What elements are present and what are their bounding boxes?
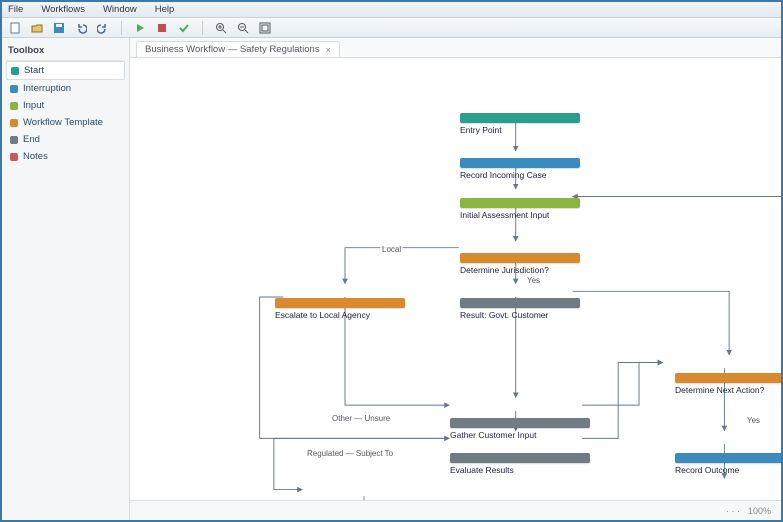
node-label: Gather Customer Input <box>450 430 590 440</box>
workflow-node[interactable]: Entry Point <box>460 113 580 135</box>
workflow-node[interactable]: Determine Jurisdiction? <box>460 253 580 275</box>
status-zoom: 100% <box>748 506 771 516</box>
node-header-bar <box>460 198 580 208</box>
statusbar: · · · 100% <box>130 500 781 520</box>
node-header-bar <box>460 298 580 308</box>
node-label: Record Outcome <box>675 465 781 475</box>
node-label: Initial Assessment Input <box>460 210 580 220</box>
node-label: Evaluate Results <box>450 465 590 475</box>
workflow-node[interactable]: Record Outcome <box>675 453 781 475</box>
workflow-node[interactable]: Gather Customer Input <box>450 418 590 440</box>
menu-window[interactable]: Window <box>103 4 137 15</box>
sidebar-item-workflow-template[interactable]: Workflow Template <box>6 114 125 131</box>
node-header-bar <box>275 298 405 308</box>
zoom-out-icon[interactable] <box>235 20 251 36</box>
palette-swatch-icon <box>10 136 18 144</box>
toolbar-separator <box>121 21 122 35</box>
palette-swatch-icon <box>11 67 19 75</box>
edge-label: Yes <box>745 416 762 425</box>
edge-label: Regulated — Subject To <box>305 449 395 458</box>
sidebar-item-interruption[interactable]: Interruption <box>6 80 125 97</box>
menu-help[interactable]: Help <box>155 4 175 15</box>
validate-icon[interactable] <box>176 20 192 36</box>
node-header-bar <box>450 418 590 428</box>
node-label: Determine Next Action? <box>675 385 781 395</box>
sidebar-item-start[interactable]: Start <box>6 61 125 80</box>
close-icon[interactable]: × <box>326 45 331 55</box>
canvas-area: Business Workflow — Safety Regulations × <box>130 38 781 520</box>
menu-file[interactable]: File <box>8 4 23 15</box>
save-icon[interactable] <box>51 20 67 36</box>
sidebar-item-label: Workflow Template <box>23 117 103 128</box>
palette-swatch-icon <box>10 102 18 110</box>
application-window: File Workflows Window Help Toolbox Start… <box>0 0 783 522</box>
workflow-node[interactable]: Evaluate Results <box>450 453 590 475</box>
node-label: Determine Jurisdiction? <box>460 265 580 275</box>
redo-icon[interactable] <box>95 20 111 36</box>
workflow-node[interactable]: Initial Assessment Input <box>460 198 580 220</box>
zoom-in-icon[interactable] <box>213 20 229 36</box>
sidebar-item-input[interactable]: Input <box>6 97 125 114</box>
tab-workflow[interactable]: Business Workflow — Safety Regulations × <box>136 41 340 57</box>
fit-icon[interactable] <box>257 20 273 36</box>
node-label: Record Incoming Case <box>460 170 580 180</box>
node-header-bar <box>460 253 580 263</box>
palette-swatch-icon <box>10 153 18 161</box>
sidebar-item-label: Start <box>24 65 44 76</box>
sidebar-item-label: Interruption <box>23 83 71 94</box>
workflow-canvas[interactable]: Local Yes No Yes Other — Unsure Regulate… <box>130 58 781 500</box>
status-pos: · · · <box>726 506 740 516</box>
menubar: File Workflows Window Help <box>2 2 781 18</box>
edge-label: Other — Unsure <box>330 414 392 423</box>
node-label: Entry Point <box>460 125 580 135</box>
sidebar-item-end[interactable]: End <box>6 131 125 148</box>
sidebar-item-label: End <box>23 134 40 145</box>
edge-label: Local <box>380 245 403 254</box>
menu-workflows[interactable]: Workflows <box>41 4 85 15</box>
stop-icon[interactable] <box>154 20 170 36</box>
sidebar-item-label: Input <box>23 100 44 111</box>
node-label: Result: Govt. Customer <box>460 310 580 320</box>
workflow-node[interactable]: Record Incoming Case <box>460 158 580 180</box>
workflow-node[interactable]: Escalate to Local Agency <box>275 298 405 320</box>
workflow-node[interactable]: Determine Next Action? <box>675 373 781 395</box>
tabstrip: Business Workflow — Safety Regulations × <box>130 38 781 58</box>
workflow-node[interactable]: Result: Govt. Customer <box>460 298 580 320</box>
workspace: Toolbox Start Interruption Input Workflow T… <box>2 38 781 520</box>
palette-swatch-icon <box>10 119 18 127</box>
sidebar-header: Toolbox <box>6 42 125 61</box>
open-icon[interactable] <box>29 20 45 36</box>
node-header-bar <box>460 158 580 168</box>
new-icon[interactable] <box>7 20 23 36</box>
edge-label: Yes <box>525 276 542 285</box>
undo-icon[interactable] <box>73 20 89 36</box>
palette-swatch-icon <box>10 85 18 93</box>
tab-label: Business Workflow — Safety Regulations <box>145 44 320 55</box>
node-header-bar <box>675 453 781 463</box>
toolbar-separator <box>202 21 203 35</box>
sidebar-item-label: Notes <box>23 151 48 162</box>
toolbar <box>2 18 781 38</box>
node-header-bar <box>460 113 580 123</box>
sidebar-toolbox: Toolbox Start Interruption Input Workflow T… <box>2 38 130 520</box>
run-icon[interactable] <box>132 20 148 36</box>
node-label: Escalate to Local Agency <box>275 310 405 320</box>
node-header-bar <box>450 453 590 463</box>
node-header-bar <box>675 373 781 383</box>
sidebar-item-notes[interactable]: Notes <box>6 148 125 165</box>
